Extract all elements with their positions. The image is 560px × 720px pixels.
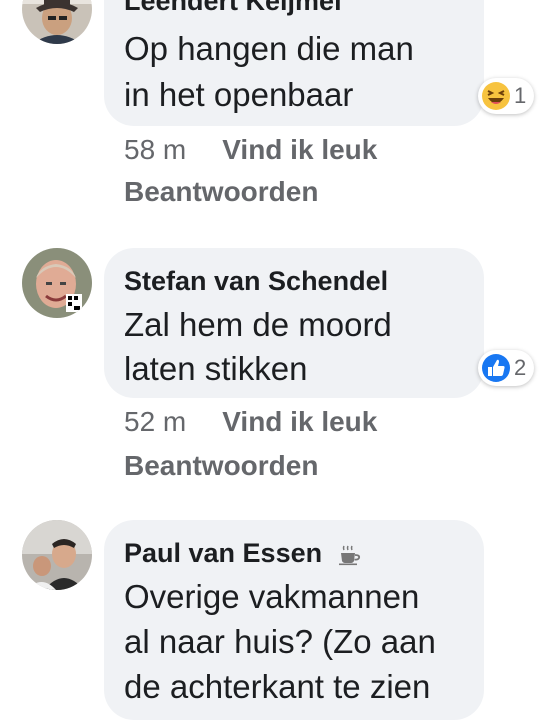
haha-emoji-icon xyxy=(482,82,510,110)
reaction-count: 1 xyxy=(514,83,527,108)
comment-text-line: Zal hem de moord xyxy=(124,306,392,343)
reaction-badge[interactable]: 1 xyxy=(478,78,534,114)
comment-author[interactable]: Paul van Essen xyxy=(124,538,362,569)
comment-time[interactable]: 58 m xyxy=(124,134,186,165)
comment-text-line: Overige vakmannen xyxy=(124,578,420,615)
avatar[interactable] xyxy=(22,248,92,318)
comment-text-line: al naar huis? (Zo aan xyxy=(124,623,436,660)
comment-time[interactable]: 52 m xyxy=(124,406,186,437)
comment-author[interactable]: Stefan van Schendel xyxy=(124,266,388,297)
reply-link[interactable]: Beantwoorden xyxy=(124,450,318,482)
comment-meta: 52 m Vind ik leuk xyxy=(124,406,377,438)
like-thumb-icon xyxy=(482,354,510,382)
reply-link[interactable]: Beantwoorden xyxy=(124,176,318,208)
comment-text-line: in het openbaar xyxy=(124,76,354,113)
comment-text-line: de achterkant te zien xyxy=(124,668,431,705)
reaction-count: 2 xyxy=(514,355,527,380)
coffee-cup-icon xyxy=(338,545,360,565)
comment-author[interactable]: Leendert Keijmel xyxy=(124,0,342,17)
comment-author-name: Paul van Essen xyxy=(124,538,323,568)
comment-text-line: Op hangen die man xyxy=(124,30,414,67)
like-link[interactable]: Vind ik leuk xyxy=(222,134,377,165)
like-link[interactable]: Vind ik leuk xyxy=(222,406,377,437)
comment-bubble: Stefan van Schendel Zal hem de moord lat… xyxy=(104,248,484,398)
comment-bubble: Leendert Keijmel Op hangen die man in he… xyxy=(104,0,484,126)
comment-text-line: laten stikken xyxy=(124,350,308,387)
comment-bubble: Paul van Essen Overige vakmannen al naar… xyxy=(104,520,484,720)
comment-meta: 58 m Vind ik leuk xyxy=(124,134,377,166)
avatar[interactable] xyxy=(22,0,92,44)
avatar[interactable] xyxy=(22,520,92,590)
reaction-badge[interactable]: 2 xyxy=(478,350,534,386)
